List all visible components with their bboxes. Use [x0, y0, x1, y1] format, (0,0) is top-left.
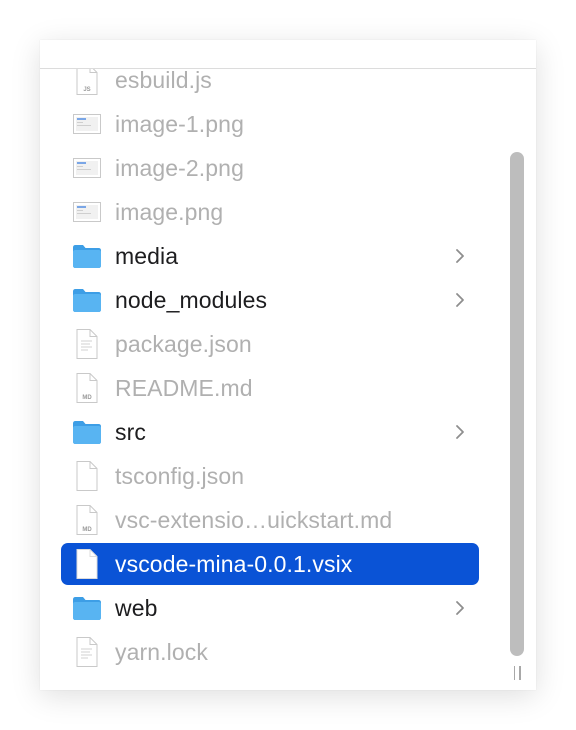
folder-row[interactable]: src — [61, 411, 479, 453]
file-row[interactable]: MD README.md — [61, 367, 479, 409]
grip-line — [513, 666, 515, 680]
md-file-icon: MD — [72, 372, 102, 404]
chevron-right-icon — [453, 423, 467, 441]
file-row[interactable]: yarn.lock — [61, 631, 479, 673]
item-label: vscode-mina-0.0.1.vsix — [115, 550, 353, 577]
file-row[interactable]: image-2.png — [61, 147, 479, 189]
item-label: esbuild.js — [115, 69, 212, 93]
folder-icon — [72, 592, 102, 624]
item-label: vsc-extensio…uickstart.md — [115, 506, 393, 533]
item-label: tsconfig.json — [115, 462, 245, 489]
file-row[interactable]: package.json — [61, 323, 479, 365]
column-header-bar — [40, 40, 536, 69]
column-resize-handle[interactable] — [510, 666, 524, 682]
item-label: node_modules — [115, 286, 268, 313]
text-file-icon — [72, 636, 102, 668]
js-file-icon: JS — [72, 69, 102, 96]
image-file-icon — [72, 108, 102, 140]
svg-text:MD: MD — [82, 527, 92, 533]
item-label: package.json — [115, 330, 252, 357]
folder-row[interactable]: web — [61, 587, 479, 629]
svg-text:MD: MD — [82, 395, 92, 401]
text-file-icon — [72, 328, 102, 360]
folder-icon — [72, 240, 102, 272]
image-file-icon — [72, 196, 102, 228]
file-browser-column: JS esbuild.js image-1.png image-2.png image.… — [40, 40, 536, 690]
svg-text:JS: JS — [83, 87, 90, 93]
item-label: README.md — [115, 374, 253, 401]
item-label: media — [115, 242, 179, 269]
image-file-icon — [72, 152, 102, 184]
file-row[interactable]: JS esbuild.js — [61, 69, 479, 101]
scrollbar-thumb[interactable] — [510, 152, 524, 656]
document-icon — [72, 460, 102, 492]
md-file-icon: MD — [72, 504, 102, 536]
item-label: src — [115, 418, 146, 445]
vertical-scrollbar[interactable] — [510, 152, 524, 690]
document-icon — [72, 548, 102, 580]
item-label: image-2.png — [115, 154, 244, 181]
folder-row[interactable]: media — [61, 235, 479, 277]
item-label: web — [115, 594, 158, 621]
file-list: JS esbuild.js image-1.png image-2.png image.… — [40, 69, 536, 690]
chevron-right-icon — [453, 291, 467, 309]
file-row[interactable]: tsconfig.json — [61, 455, 479, 497]
item-label: image.png — [115, 198, 224, 225]
file-row[interactable]: MD vsc-extensio…uickstart.md — [61, 499, 479, 541]
chevron-right-icon — [453, 599, 467, 617]
grip-line — [519, 666, 521, 680]
chevron-right-icon — [453, 247, 467, 265]
file-row[interactable]: image.png — [61, 191, 479, 233]
folder-icon — [72, 416, 102, 448]
folder-row[interactable]: node_modules — [61, 279, 479, 321]
file-row[interactable]: image-1.png — [61, 103, 479, 145]
item-label: image-1.png — [115, 110, 244, 137]
item-label: yarn.lock — [115, 638, 208, 665]
file-row[interactable]: vscode-mina-0.0.1.vsix — [61, 543, 479, 585]
folder-icon — [72, 284, 102, 316]
